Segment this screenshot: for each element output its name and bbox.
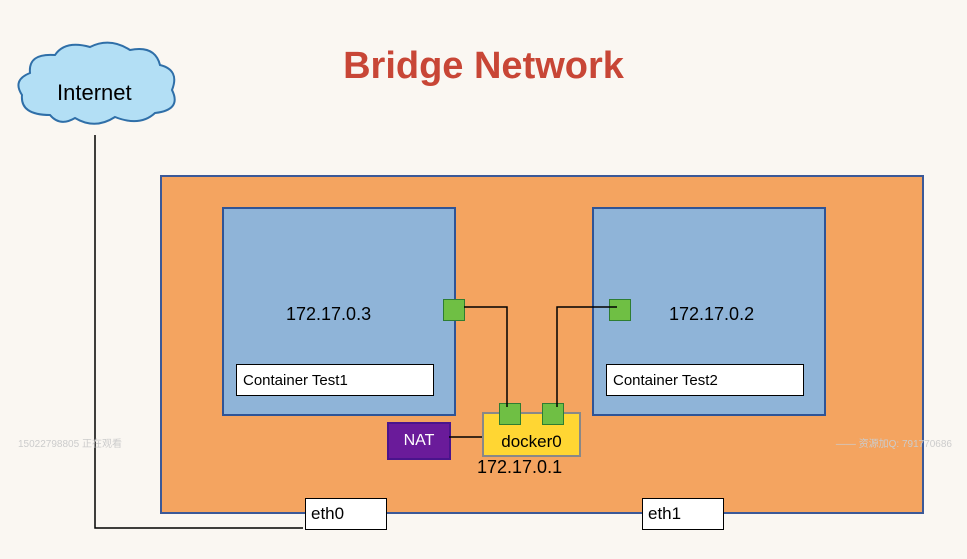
- eth1-interface: eth1: [642, 498, 724, 530]
- container-test1: 172.17.0.3 Container Test1: [222, 207, 456, 416]
- host-box: 172.17.0.3 Container Test1 172.17.0.2 Co…: [160, 175, 924, 514]
- eth0-interface: eth0: [305, 498, 387, 530]
- watermark-left: 15022798805 正在观看: [18, 435, 122, 450]
- docker0-port-left-icon: [499, 403, 521, 425]
- diagram-title: Bridge Network: [343, 45, 624, 88]
- container-test2: 172.17.0.2 Container Test2: [592, 207, 826, 416]
- container2-name: Container Test2: [606, 364, 804, 396]
- container1-ip: 172.17.0.3: [286, 304, 371, 325]
- nat-box: NAT: [387, 422, 451, 460]
- docker0-port-right-icon: [542, 403, 564, 425]
- container2-ip: 172.17.0.2: [669, 304, 754, 325]
- container2-port-icon: [609, 299, 631, 321]
- docker0-bridge: docker0: [482, 412, 581, 457]
- docker0-ip: 172.17.0.1: [477, 457, 562, 478]
- container1-port-icon: [443, 299, 465, 321]
- watermark-right: —— 资源加Q: 791770686: [836, 435, 952, 450]
- container1-name: Container Test1: [236, 364, 434, 396]
- docker0-label: docker0: [501, 432, 561, 452]
- internet-label: Internet: [57, 80, 132, 106]
